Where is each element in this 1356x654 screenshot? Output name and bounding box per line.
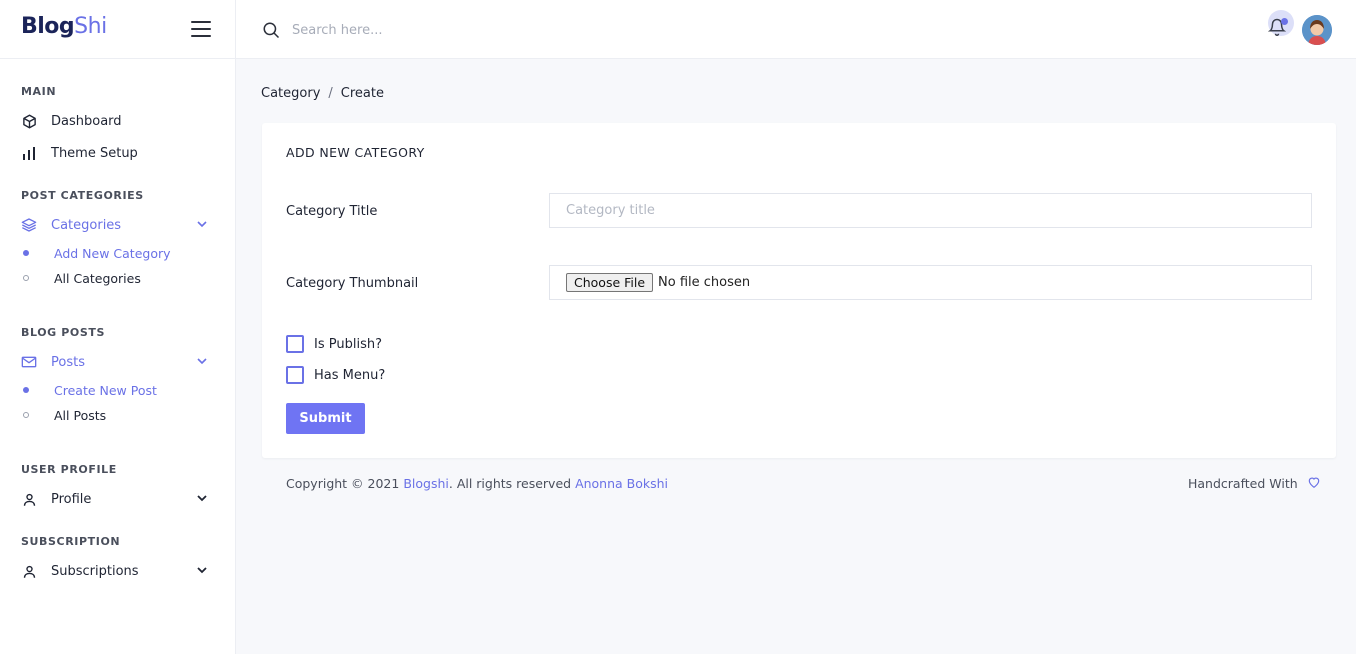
search-input[interactable] [292, 18, 692, 42]
sidebar-item-label: Subscriptions [51, 563, 139, 579]
bullet-icon [23, 387, 29, 393]
sidebar-item-label: Dashboard [51, 113, 122, 129]
category-title-label: Category Title [286, 204, 378, 219]
add-category-card: ADD NEW CATEGORY Category Title Category… [262, 123, 1336, 458]
user-icon [21, 491, 37, 507]
sidebar-subitem-create-new-post[interactable]: Create New Post [23, 381, 157, 399]
bullet-icon [23, 250, 29, 256]
logo-text-shi: Shi [74, 14, 107, 39]
sidebar-item-label: Theme Setup [51, 145, 138, 161]
search-icon[interactable] [262, 21, 280, 39]
chevron-down-icon [197, 358, 207, 365]
sidebar-subitem-label: Create New Post [54, 382, 157, 398]
mail-icon [21, 354, 37, 370]
site-link[interactable]: Blogshi [403, 476, 449, 491]
section-title-subscription: SUBSCRIPTION [21, 535, 121, 548]
is-publish-checkbox-row[interactable]: Is Publish? [286, 335, 382, 353]
handcrafted-text: Handcrafted With [1188, 476, 1298, 491]
chevron-down-icon [197, 567, 207, 574]
is-publish-label: Is Publish? [314, 336, 382, 352]
section-title-post-categories: POST CATEGORIES [21, 189, 144, 202]
bullet-icon [23, 275, 29, 281]
file-status: No file chosen [658, 275, 751, 290]
chevron-down-icon [197, 495, 207, 502]
avatar[interactable] [1302, 15, 1332, 45]
bar-chart-icon [21, 145, 37, 161]
user-icon [21, 563, 37, 579]
sidebar-item-posts[interactable]: Posts [21, 351, 216, 373]
thumbnail-file-input[interactable]: Choose File No file chosen [549, 265, 1312, 300]
sidebar: BlogShi MAIN Dashboard Theme Setup POST … [0, 0, 236, 654]
heart-icon [1308, 477, 1319, 488]
sidebar-item-theme-setup[interactable]: Theme Setup [21, 142, 216, 164]
breadcrumb-separator: / [328, 86, 333, 101]
section-title-main: MAIN [21, 85, 57, 98]
bullet-icon [23, 412, 29, 418]
rights-text: . All rights reserved [448, 476, 572, 491]
sidebar-subitem-add-new-category[interactable]: Add New Category [23, 244, 171, 262]
sidebar-subitem-label: Add New Category [54, 245, 171, 261]
breadcrumb-parent[interactable]: Category [261, 86, 320, 101]
section-title-user-profile: USER PROFILE [21, 463, 117, 476]
sidebar-subitem-label: All Posts [54, 407, 107, 423]
topbar [236, 0, 1356, 59]
sidebar-item-profile[interactable]: Profile [21, 488, 216, 510]
category-title-input[interactable] [549, 193, 1312, 228]
sidebar-item-label: Posts [51, 354, 85, 370]
sidebar-item-subscriptions[interactable]: Subscriptions [21, 560, 216, 582]
brand-row: BlogShi [0, 0, 235, 59]
sidebar-item-label: Categories [51, 217, 122, 233]
sidebar-item-dashboard[interactable]: Dashboard [21, 110, 216, 132]
has-menu-checkbox-row[interactable]: Has Menu? [286, 366, 385, 384]
breadcrumb: Category / Create [261, 86, 384, 101]
notifications-button[interactable] [1266, 10, 1294, 42]
has-menu-checkbox[interactable] [286, 366, 304, 384]
chevron-down-icon [197, 221, 207, 228]
menu-toggle-icon[interactable] [191, 21, 211, 37]
notification-dot [1281, 18, 1288, 25]
sidebar-item-categories[interactable]: Categories [21, 214, 216, 236]
breadcrumb-current: Create [340, 86, 384, 101]
card-title: ADD NEW CATEGORY [286, 145, 425, 160]
author-link[interactable]: Anonna Bokshi [575, 476, 668, 491]
sidebar-subitem-all-categories[interactable]: All Categories [23, 269, 141, 287]
layers-icon [21, 217, 37, 233]
has-menu-label: Has Menu? [314, 367, 386, 383]
section-title-blog-posts: BLOG POSTS [21, 326, 105, 339]
choose-file-button[interactable]: Choose File [566, 273, 654, 292]
is-publish-checkbox[interactable] [286, 335, 304, 353]
copyright-text: Copyright © 2021 [286, 476, 400, 491]
sidebar-subitem-label: All Categories [54, 270, 141, 286]
cube-icon [21, 113, 37, 129]
sidebar-subitem-all-posts[interactable]: All Posts [23, 406, 106, 424]
thumbnail-label: Category Thumbnail [286, 276, 419, 291]
footer-handcrafted: Handcrafted With [1188, 476, 1321, 491]
logo-text-blog: Blog [21, 14, 75, 39]
sidebar-item-label: Profile [51, 491, 92, 507]
logo[interactable]: BlogShi [21, 14, 107, 39]
footer-copyright: Copyright © 2021 Blogshi. All rights res… [286, 476, 668, 491]
submit-button[interactable]: Submit [286, 403, 365, 434]
